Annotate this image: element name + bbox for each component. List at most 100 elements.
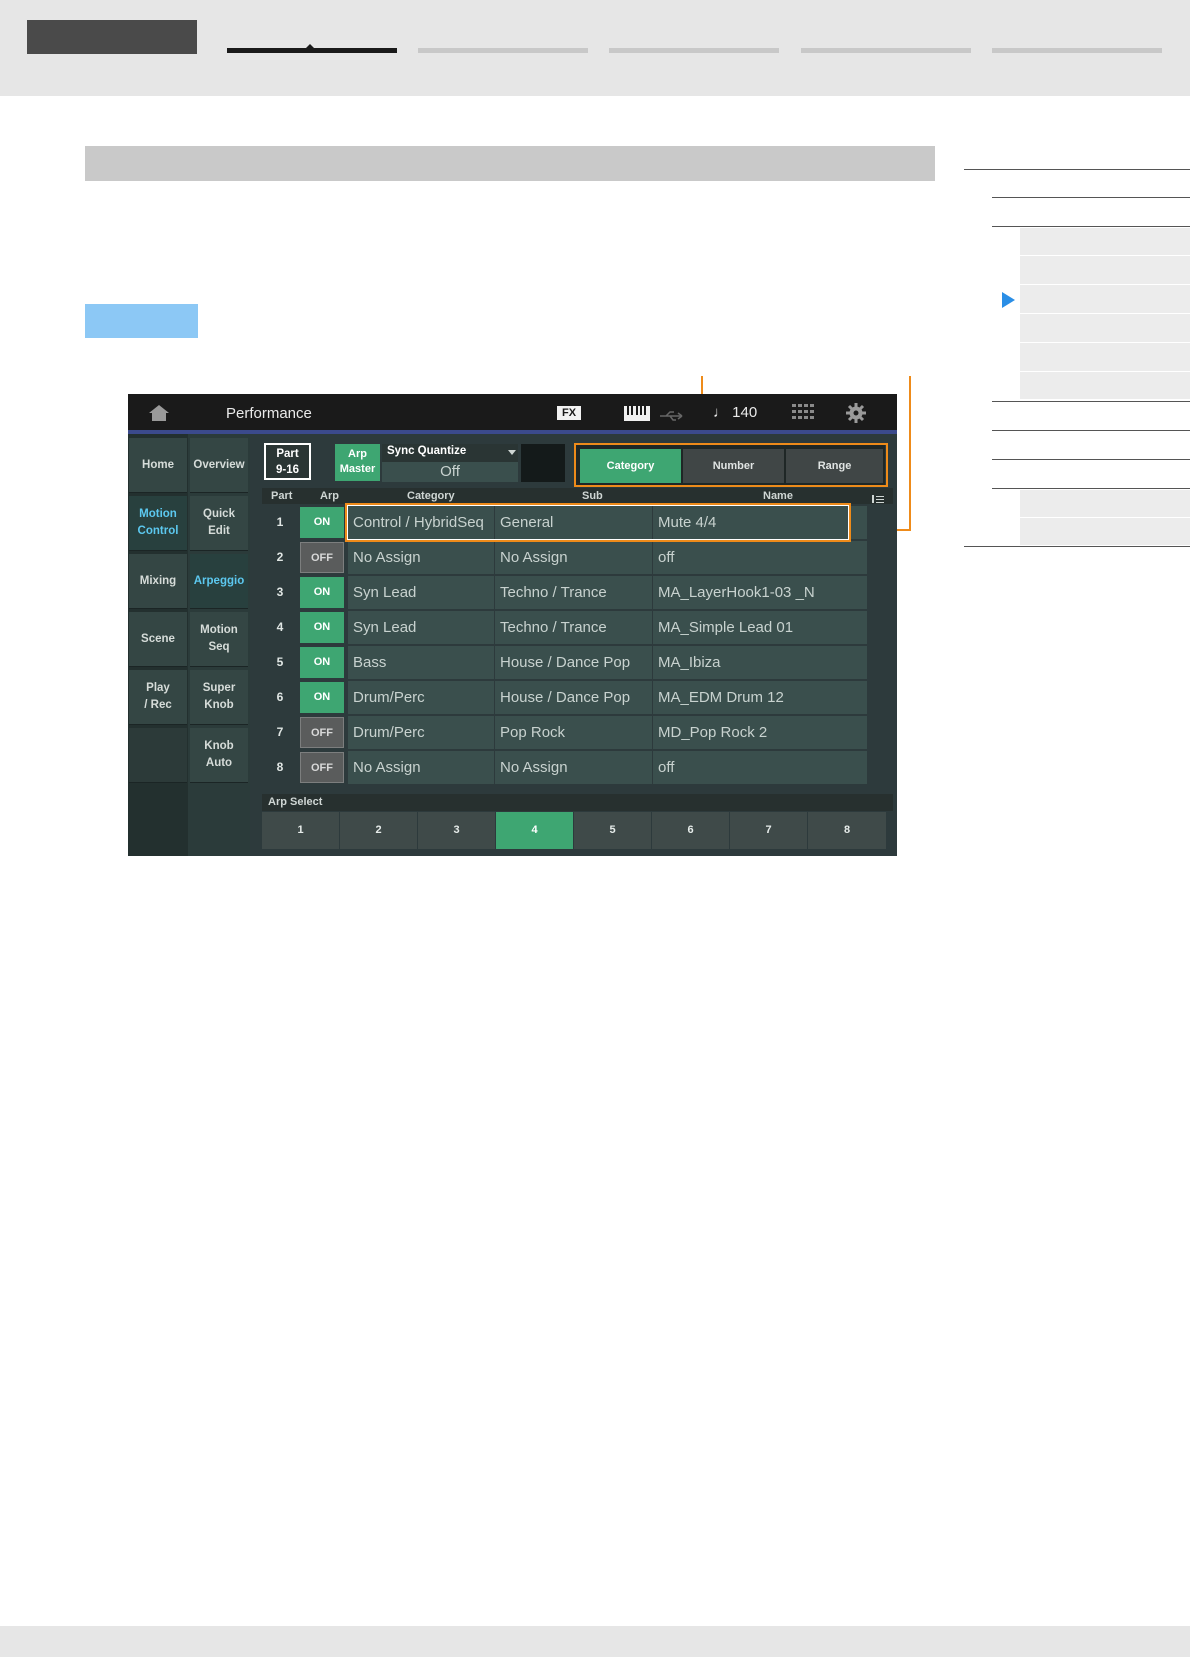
nav-quick-edit[interactable]: Quick Edit [190,496,248,551]
nav-overview[interactable]: Overview [190,438,248,493]
nav-knob-auto[interactable]: Knob Auto [190,728,248,783]
callout-line-row [909,376,911,531]
screen-title: Performance [226,405,312,422]
arp-select-4[interactable]: 4 [496,812,574,849]
nav-super-knob[interactable]: Super Knob [190,670,248,725]
row-part-number: 1 [276,515,284,529]
arpeggio-table: 1 ON Control / HybridSeq General Mute 4/… [262,503,893,784]
cell-category[interactable]: Drum/Perc [348,716,495,749]
toc-item[interactable] [1020,372,1190,400]
grid-icon[interactable] [792,404,814,424]
arp-toggle[interactable]: OFF [300,752,344,783]
nav-play-rec[interactable]: Play / Rec [129,670,187,725]
cell-name[interactable]: off [653,751,868,784]
cell-sub[interactable]: No Assign [495,751,653,784]
toc-item[interactable] [1020,228,1190,256]
cell-sub[interactable]: House / Dance Pop [495,681,653,714]
arp-toggle[interactable]: OFF [300,717,344,748]
arp-select-header [262,794,893,811]
chapter-tab [27,20,197,54]
sync-quantize-label: Sync Quantize [387,445,467,457]
cell-name[interactable]: MA_Simple Lead 01 [653,611,868,644]
header-sub: Sub [582,490,603,502]
cell-category[interactable]: Syn Lead [348,576,495,609]
row-part-number: 5 [276,655,284,669]
cell-category[interactable]: Syn Lead [348,611,495,644]
toc-item[interactable] [1020,343,1190,372]
nav-scene[interactable]: Scene [129,612,187,667]
row-highlight-box [345,503,851,542]
progress-segment [992,48,1162,53]
toc-item-current[interactable] [1020,285,1190,314]
arp-select-label: Arp Select [268,796,323,808]
part-9-16-button[interactable]: Part 9-16 [264,443,311,480]
progress-segment [609,48,779,53]
home-icon[interactable] [148,404,170,426]
arp-select-8[interactable]: 8 [808,812,887,849]
row-part-number: 8 [276,760,284,774]
progress-segment [418,48,588,53]
nav-motion-seq[interactable]: Motion Seq [190,612,248,667]
row-part-number: 2 [276,550,284,564]
arp-select-2[interactable]: 2 [340,812,418,849]
arp-toggle[interactable]: OFF [300,542,344,573]
cell-sub[interactable]: Techno / Trance [495,611,653,644]
cell-sub[interactable]: House / Dance Pop [495,646,653,679]
toc-divider [964,169,1190,170]
toc-divider [964,546,1190,547]
fx-badge[interactable]: FX [557,406,581,420]
header-arp: Arp [320,490,339,502]
toc-item[interactable] [1020,490,1190,518]
progress-segment-active [227,48,397,53]
arp-toggle[interactable]: ON [300,577,344,608]
header-part: Part [271,490,293,502]
sync-quantize-value[interactable]: Off [382,462,518,482]
nav-mixing[interactable]: Mixing [129,554,187,609]
tempo-display[interactable]: ♩ 140 [713,404,757,421]
footer-band [0,1626,1190,1657]
cell-name[interactable]: MA_Ibiza [653,646,868,679]
nav-column-sub: Overview Quick Edit Arpeggio Motion Seq … [188,434,250,856]
dropdown-arrow-icon [508,450,516,455]
cell-sub[interactable]: Pop Rock [495,716,653,749]
cell-category[interactable]: No Assign [348,541,495,574]
arp-toggle[interactable]: ON [300,507,344,538]
cell-name[interactable]: off [653,541,868,574]
arp-toggle[interactable]: ON [300,647,344,678]
toc-divider [992,197,1190,198]
toc-item[interactable] [1020,256,1190,285]
nav-motion-control[interactable]: Motion Control [129,496,187,551]
gear-icon[interactable] [846,403,866,427]
arp-select-6[interactable]: 6 [652,812,730,849]
cell-sub[interactable]: Techno / Trance [495,576,653,609]
cell-category[interactable]: No Assign [348,751,495,784]
arp-toggle[interactable]: ON [300,682,344,713]
cell-sub[interactable]: No Assign [495,541,653,574]
arp-select-3[interactable]: 3 [418,812,496,849]
arp-master-button[interactable]: Arp Master [335,444,380,481]
toc-divider [992,488,1190,489]
cell-name[interactable]: MA_EDM Drum 12 [653,681,868,714]
procedure-tag [85,304,198,338]
cell-category[interactable]: Bass [348,646,495,679]
cell-name[interactable]: MA_LayerHook1-03 _N [653,576,868,609]
progress-segment [801,48,971,53]
nav-arpeggio[interactable]: Arpeggio [190,554,248,609]
arp-select-5[interactable]: 5 [574,812,652,849]
arp-select-7[interactable]: 7 [730,812,808,849]
cell-category[interactable]: Drum/Perc [348,681,495,714]
cell-name[interactable]: MD_Pop Rock 2 [653,716,868,749]
row-part-number: 7 [276,725,284,739]
arp-toggle[interactable]: ON [300,612,344,643]
toc-item[interactable] [1020,518,1190,546]
nav-home[interactable]: Home [129,438,187,493]
header-category: Category [407,490,455,502]
toc-divider [992,430,1190,431]
nav-column-main: Home Motion Control Mixing Scene Play / … [128,434,188,856]
section-title-bar [85,146,935,181]
row-part-number: 4 [276,620,284,634]
usb-icon [658,407,686,426]
toc-divider [992,459,1190,460]
arp-select-1[interactable]: 1 [262,812,340,849]
toc-item[interactable] [1020,314,1190,343]
